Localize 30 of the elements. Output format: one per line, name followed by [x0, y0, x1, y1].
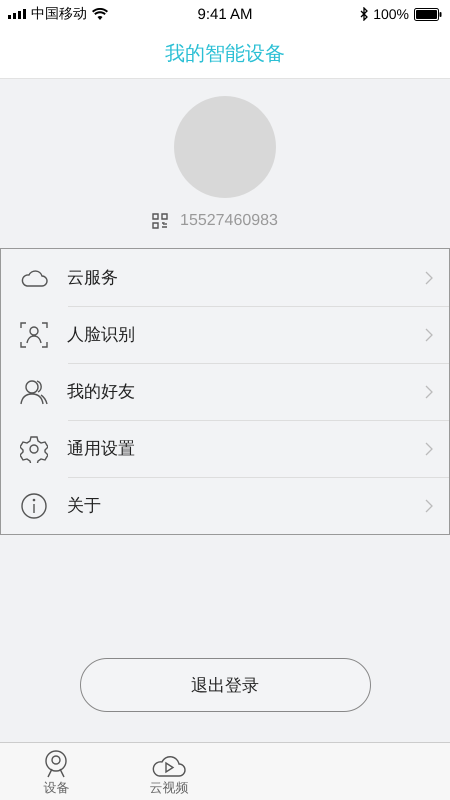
chevron-right-icon [425, 498, 433, 512]
menu-item[interactable]: 通用设置 [1, 420, 449, 477]
menu-item[interactable]: 我的好友 [1, 363, 449, 420]
logout-button[interactable]: 退出登录 [80, 658, 370, 712]
wifi-icon [92, 8, 108, 20]
cloud-play-icon [150, 754, 187, 778]
info-icon [21, 492, 47, 518]
menu-item[interactable]: 关于 [1, 477, 449, 534]
face-scan-icon [20, 322, 48, 348]
tab-item[interactable]: 设备 [0, 743, 112, 800]
menu-item[interactable]: 人脸识别 [1, 306, 449, 363]
chevron-right-icon [425, 328, 433, 342]
page-title: 我的智能设备 [165, 40, 285, 66]
webcam-icon [44, 750, 68, 778]
clock-time: 9:41 AM [197, 6, 253, 22]
gear-icon [20, 434, 48, 462]
account-number: 15527460983 [180, 212, 278, 230]
chevron-right-icon [425, 384, 433, 398]
battery-icon [414, 8, 442, 20]
menu-item[interactable]: 云服务 [1, 249, 449, 306]
cloud-icon [20, 268, 48, 288]
chevron-right-icon [425, 442, 433, 456]
qr-code-icon[interactable] [152, 213, 168, 229]
carrier-name: 中国移动 [31, 5, 87, 23]
tab-item[interactable]: 云视频 [112, 743, 225, 800]
chevron-right-icon [425, 270, 433, 284]
battery-percent: 100% [373, 6, 410, 22]
people-icon [20, 378, 48, 404]
bluetooth-icon [360, 7, 368, 21]
signal-icon [8, 9, 26, 19]
